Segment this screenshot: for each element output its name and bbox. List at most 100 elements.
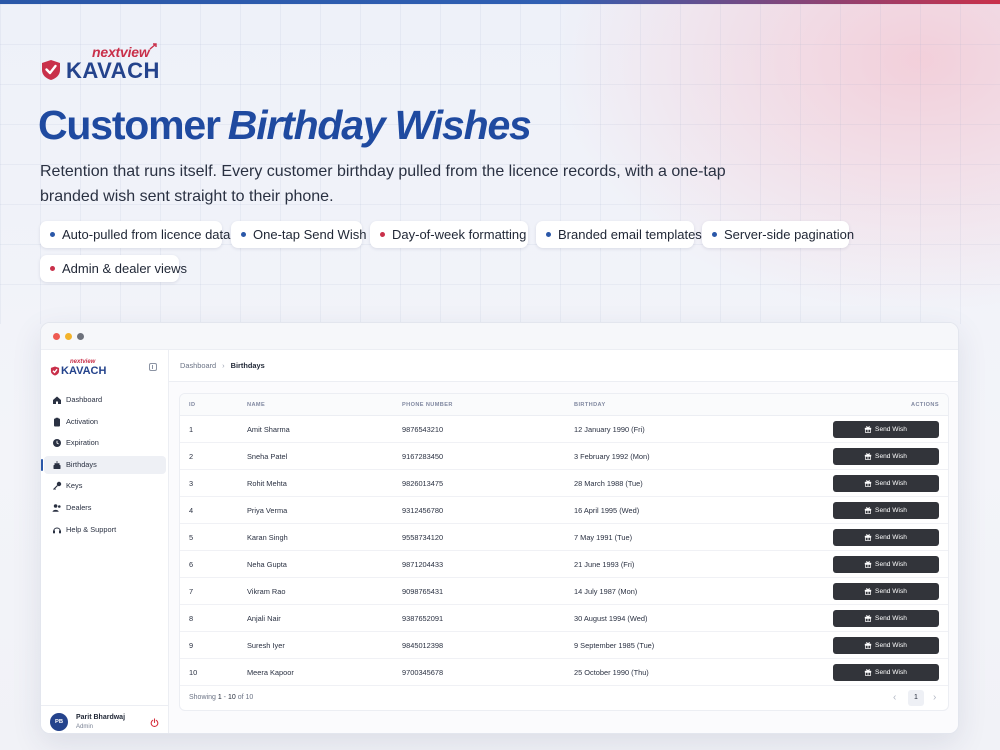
- page-title-accent: Birthday Wishes: [227, 102, 532, 148]
- users-icon: [52, 504, 61, 512]
- breadcrumb: Dashboard › Birthdays: [169, 350, 958, 382]
- cell-birthday: 21 June 1993 (Fri): [574, 560, 635, 569]
- cell-birthday: 12 January 1990 (Fri): [574, 425, 645, 434]
- gift-icon: [864, 480, 872, 487]
- cell-phone: 9558734120: [402, 533, 444, 542]
- send-wish-button[interactable]: Send Wish: [833, 583, 939, 600]
- send-wish-button[interactable]: Send Wish: [833, 529, 939, 546]
- gift-icon: [864, 534, 872, 541]
- cell-id: 6: [189, 560, 194, 569]
- window-maximize-dot[interactable]: [77, 333, 84, 340]
- send-wish-button[interactable]: Send Wish: [833, 664, 939, 681]
- gift-icon: [864, 507, 872, 514]
- send-wish-button[interactable]: Send Wish: [833, 637, 939, 654]
- top-accent-bar: [0, 0, 1000, 4]
- column-header-actions: ACTIONS: [911, 402, 939, 408]
- cell-id: 3: [189, 479, 194, 488]
- pagination-summary: Showing 1 - 10 of 10: [189, 694, 254, 701]
- sidebar-item-activation[interactable]: Activation: [44, 413, 166, 431]
- sidebar-item-birthdays[interactable]: Birthdays: [41, 456, 166, 474]
- cell-phone: 9387652091: [402, 614, 444, 623]
- avatar[interactable]: PB: [50, 713, 68, 731]
- table-row: 9 Suresh Iyer 9845012398 9 September 1985 (…: [180, 632, 948, 659]
- gift-icon: [864, 453, 872, 460]
- column-header-birthday: BIRTHDAY: [574, 402, 606, 408]
- feature-bullet-icon: [380, 232, 385, 237]
- send-wish-label: Send Wish: [875, 669, 907, 676]
- pagination-prev-button[interactable]: ‹: [893, 692, 896, 704]
- gift-icon: [864, 642, 872, 649]
- breadcrumb-separator: ›: [222, 361, 225, 370]
- column-header-phone: PHONE NUMBER: [402, 402, 453, 408]
- table-row: 4 Priya Verma 9312456780 16 April 1995 (Wed…: [180, 497, 948, 524]
- cake-icon: [53, 461, 61, 469]
- sidebar-brand-logo[interactable]: nextview KAVACH: [50, 359, 120, 379]
- sidebar-item-dealers[interactable]: Dealers: [44, 499, 166, 517]
- pagination-page-1[interactable]: 1: [908, 690, 924, 706]
- feature-pill: Auto-pulled from licence data: [40, 221, 230, 248]
- sidebar-collapse-icon[interactable]: [149, 363, 157, 371]
- home-icon: [53, 396, 61, 404]
- cell-name: Neha Gupta: [247, 560, 287, 569]
- brand-logo: nextview KAVACH: [40, 43, 160, 84]
- cell-name: Suresh Iyer: [247, 641, 285, 650]
- cell-birthday: 14 July 1987 (Mon): [574, 587, 638, 596]
- user-profile: PB Parit Bhardwaj Admin: [41, 705, 169, 733]
- pagination-next-button[interactable]: ›: [933, 692, 936, 704]
- send-wish-button[interactable]: Send Wish: [833, 610, 939, 627]
- cell-phone: 9098765431: [402, 587, 444, 596]
- table-row: 1 Amit Sharma 9876543210 12 January 1990 (F…: [180, 416, 948, 443]
- sidebar-item-keys[interactable]: Keys: [44, 477, 166, 495]
- table-row: 2 Sneha Patel 9167283450 3 February 1992 (M…: [180, 443, 948, 470]
- cell-id: 8: [189, 614, 194, 623]
- send-wish-button[interactable]: Send Wish: [833, 475, 939, 492]
- send-wish-label: Send Wish: [875, 480, 907, 487]
- logout-power-icon[interactable]: [150, 718, 159, 727]
- cell-name: Sneha Patel: [247, 452, 288, 461]
- gift-icon: [864, 561, 872, 568]
- table-row: 10 Meera Kapoor 9700345678 25 October 1990 …: [180, 659, 948, 686]
- app-window: nextview KAVACH Dashboard Activation Exp…: [40, 322, 959, 734]
- key-icon: [53, 481, 62, 490]
- send-wish-label: Send Wish: [875, 507, 907, 514]
- cell-name: Amit Sharma: [247, 425, 290, 434]
- breadcrumb-dashboard-link[interactable]: Dashboard: [180, 361, 216, 370]
- gift-icon: [864, 588, 872, 595]
- send-wish-button[interactable]: Send Wish: [833, 556, 939, 573]
- table-header: ID NAME PHONE NUMBER BIRTHDAY ACTIONS: [180, 394, 948, 416]
- send-wish-label: Send Wish: [875, 561, 907, 568]
- cell-birthday: 25 October 1990 (Thu): [574, 668, 649, 677]
- cell-phone: 9876543210: [402, 425, 444, 434]
- send-wish-label: Send Wish: [875, 534, 907, 541]
- gift-icon: [864, 669, 872, 676]
- feature-pill: Branded email templates: [536, 221, 702, 248]
- cell-phone: 9845012398: [402, 641, 444, 650]
- clipboard-icon: [54, 417, 60, 427]
- sidebar-item-dashboard[interactable]: Dashboard: [44, 391, 166, 409]
- send-wish-button[interactable]: Send Wish: [833, 502, 939, 519]
- table-row: 6 Neha Gupta 9871204433 21 June 1993 (Fri) S…: [180, 551, 948, 578]
- feature-pill: Admin & dealer views: [40, 255, 187, 282]
- breadcrumb-current: Birthdays: [230, 361, 265, 370]
- feature-pill: One-tap Send Wish: [231, 221, 366, 248]
- brand-arrow-icon: [149, 43, 157, 50]
- sidebar-item-expiration[interactable]: Expiration: [44, 434, 166, 452]
- page-title: Customer Birthday Wishes: [38, 102, 532, 149]
- window-minimize-dot[interactable]: [65, 333, 72, 340]
- cell-phone: 9700345678: [402, 668, 444, 677]
- cell-name: Anjali Nair: [247, 614, 281, 623]
- window-close-dot[interactable]: [53, 333, 60, 340]
- cell-id: 10: [189, 668, 198, 677]
- sidebar-item-help-support[interactable]: Help & Support: [44, 521, 166, 539]
- cell-phone: 9826013475: [402, 479, 444, 488]
- send-wish-button[interactable]: Send Wish: [833, 421, 939, 438]
- feature-bullet-icon: [241, 232, 246, 237]
- send-wish-label: Send Wish: [875, 588, 907, 595]
- cell-id: 1: [189, 425, 194, 434]
- send-wish-button[interactable]: Send Wish: [833, 448, 939, 465]
- cell-name: Meera Kapoor: [247, 668, 294, 677]
- cell-birthday: 3 February 1992 (Mon): [574, 452, 650, 461]
- cell-phone: 9167283450: [402, 452, 444, 461]
- cell-birthday: 28 March 1988 (Tue): [574, 479, 643, 488]
- cell-id: 9: [189, 641, 194, 650]
